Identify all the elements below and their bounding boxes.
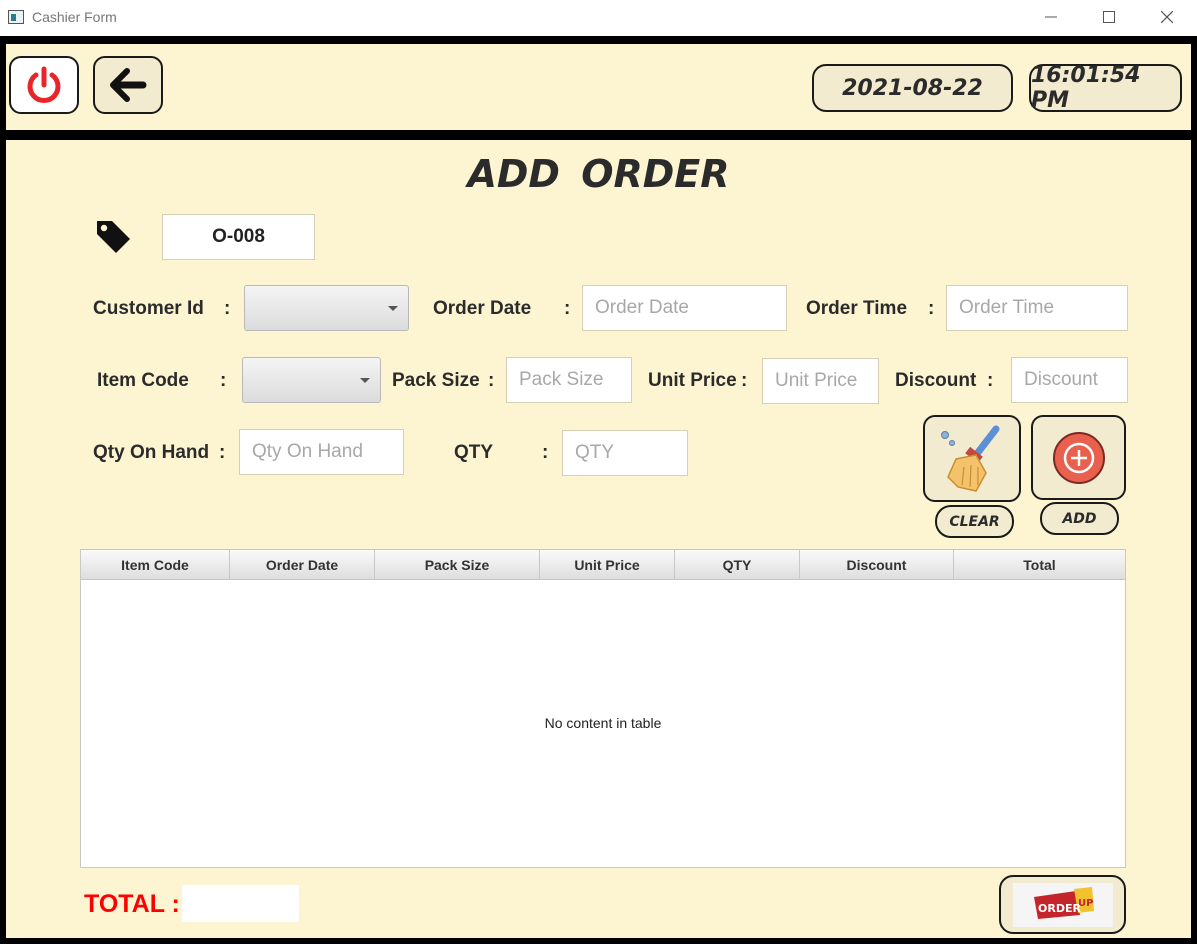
window-title: Cashier Form	[32, 9, 117, 25]
total-label: TOTAL :	[84, 890, 180, 918]
order-id-field: O-008	[162, 214, 315, 260]
discount-label: Discount	[895, 370, 977, 391]
colon: :	[488, 370, 495, 391]
minimize-icon	[1045, 16, 1057, 18]
date-display: 2021-08-22	[812, 64, 1013, 112]
colon: :	[220, 370, 227, 391]
column-header-qty[interactable]: QTY	[675, 550, 800, 580]
close-button[interactable]	[1147, 4, 1187, 30]
back-button[interactable]	[93, 56, 163, 114]
power-icon	[27, 66, 61, 103]
table-header: Item Code Order Date Pack Size Unit Pric…	[81, 550, 1125, 580]
column-header-item-code[interactable]: Item Code	[81, 550, 230, 580]
header-panel: 2021-08-22 16:01:54 PM	[6, 44, 1191, 130]
colon: :	[542, 442, 549, 463]
table-empty-message: No content in table	[544, 715, 662, 731]
window-titlebar: Cashier Form	[0, 0, 1197, 36]
broom-icon	[941, 425, 1000, 492]
colon: :	[741, 370, 748, 391]
maximize-button[interactable]	[1089, 4, 1129, 30]
back-arrow-icon	[110, 68, 147, 102]
order-up-logo: ORDER UP	[1012, 882, 1113, 927]
maximize-icon	[1103, 11, 1115, 23]
minimize-button[interactable]	[1031, 4, 1071, 30]
time-display: 16:01:54 PM	[1029, 63, 1182, 113]
column-header-order-date[interactable]: Order Date	[230, 550, 375, 580]
clear-label[interactable]: CLEAR	[935, 505, 1014, 538]
app-icon	[8, 10, 24, 24]
clear-button[interactable]	[923, 415, 1021, 502]
window-frame: 2021-08-22 16:01:54 PM ADD ORDER O-008 C…	[0, 36, 1197, 944]
customer-id-combo[interactable]	[244, 285, 409, 331]
qty-on-hand-field[interactable]	[239, 429, 404, 475]
pack-size-label: Pack Size	[392, 370, 480, 391]
close-icon	[1161, 11, 1173, 23]
power-button[interactable]	[9, 56, 79, 114]
order-up-logo-icon: ORDER UP	[1033, 886, 1094, 919]
discount-field[interactable]	[1011, 357, 1128, 403]
customer-id-label: Customer Id	[93, 298, 204, 319]
order-date-field[interactable]	[582, 285, 787, 331]
unit-price-label: Unit Price	[648, 370, 737, 391]
logo-text-order: ORDER	[1038, 902, 1081, 915]
add-label[interactable]: ADD	[1040, 502, 1119, 535]
colon: :	[219, 442, 226, 463]
qty-on-hand-label: Qty On Hand	[93, 442, 210, 463]
colon: :	[224, 298, 231, 319]
colon: :	[987, 370, 994, 391]
qty-label: QTY	[454, 442, 494, 463]
order-time-label: Order Time	[806, 298, 908, 319]
column-header-unit-price[interactable]: Unit Price	[540, 550, 675, 580]
order-date-label: Order Date	[433, 298, 532, 319]
column-header-total[interactable]: Total	[954, 550, 1125, 580]
order-table[interactable]: Item Code Order Date Pack Size Unit Pric…	[80, 549, 1126, 868]
logo-text-up: UP	[1078, 898, 1093, 909]
page-title: ADD ORDER	[467, 152, 730, 196]
total-value	[182, 885, 299, 922]
dropdown-arrow-icon	[360, 378, 370, 383]
pack-size-field[interactable]	[506, 357, 632, 403]
dropdown-arrow-icon	[388, 306, 398, 311]
add-circle-icon	[1052, 431, 1105, 484]
add-button[interactable]	[1031, 415, 1126, 500]
order-up-button[interactable]: ORDER UP	[999, 875, 1126, 934]
item-code-label: Item Code	[97, 370, 189, 391]
qty-field[interactable]	[562, 430, 688, 476]
colon: :	[564, 298, 571, 319]
column-header-pack-size[interactable]: Pack Size	[375, 550, 540, 580]
colon: :	[928, 298, 935, 319]
unit-price-field[interactable]	[762, 358, 879, 404]
column-header-discount[interactable]: Discount	[800, 550, 954, 580]
item-code-combo[interactable]	[242, 357, 381, 403]
content-panel: ADD ORDER O-008 Customer Id : Order Date…	[6, 140, 1191, 938]
order-time-field[interactable]	[946, 285, 1128, 331]
tag-icon	[97, 221, 130, 253]
